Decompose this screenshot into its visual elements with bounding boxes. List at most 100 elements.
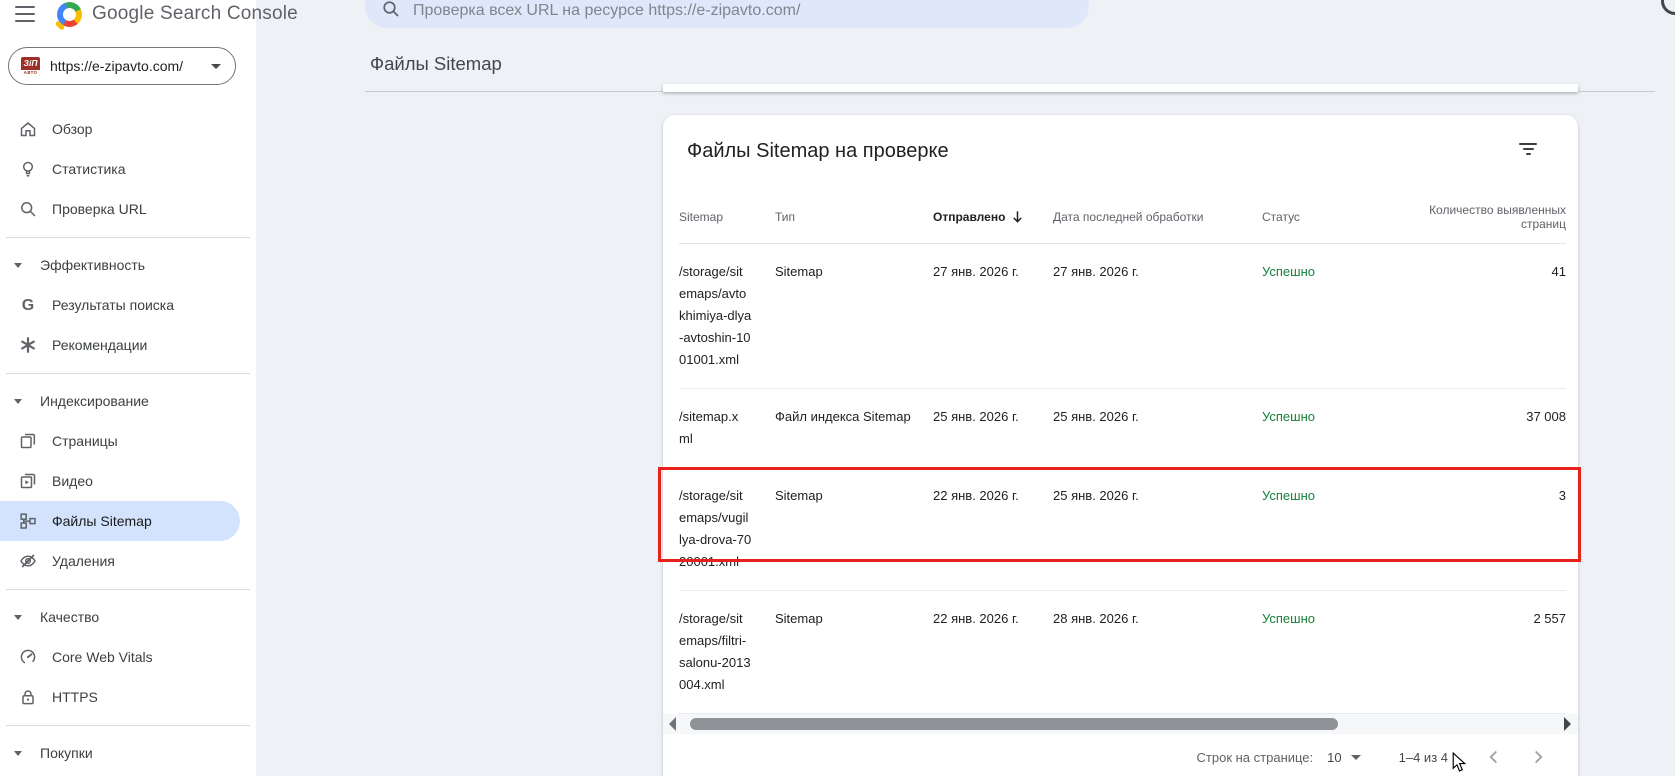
scrollbar-thumb[interactable] bbox=[690, 718, 1338, 730]
filter-icon[interactable] bbox=[1518, 139, 1538, 159]
sitemap-path-line: 004.xml bbox=[679, 674, 759, 696]
discovered-pages-cell: 37 008 bbox=[1381, 406, 1566, 450]
sidebar-section-experience[interactable]: Качество bbox=[0, 597, 256, 637]
sidebar-item-label: Удаления bbox=[52, 553, 115, 569]
submitted-date-cell: 27 янв. 2026 г. bbox=[933, 261, 1053, 371]
sitemap-path-cell[interactable]: /storage/sitemaps/vugillya-drova-7020001… bbox=[679, 485, 759, 573]
chevron-down-icon bbox=[14, 751, 22, 756]
pagination-range: 1–4 из 4 bbox=[1399, 750, 1448, 765]
column-header-type[interactable]: Тип bbox=[775, 210, 933, 224]
sidebar-section-label: Качество bbox=[40, 609, 99, 625]
previous-page-button[interactable] bbox=[1482, 745, 1506, 769]
sidebar-item-label: Обзор bbox=[52, 121, 92, 137]
sitemap-path-line: /storage/sit bbox=[679, 261, 759, 283]
sitemap-path-line: /storage/sit bbox=[679, 608, 759, 630]
avatar[interactable] bbox=[1661, 0, 1675, 15]
sidebar-item-removals[interactable]: Удаления bbox=[0, 541, 240, 581]
sitemap-path-cell[interactable]: /sitemap.xml bbox=[679, 406, 759, 450]
sitemap-path-line: /sitemap.x bbox=[679, 406, 759, 428]
app-logo: Google Search Console bbox=[57, 0, 298, 28]
sidebar-section-label: Покупки bbox=[40, 745, 93, 761]
g-letter-icon: G bbox=[18, 295, 38, 315]
sitemap-path-cell[interactable]: /storage/sitemaps/filtri-salonu-2013004.… bbox=[679, 608, 759, 696]
status-cell: Успешно bbox=[1262, 485, 1381, 573]
sidebar-section-label: Индексирование bbox=[40, 393, 149, 409]
search-icon bbox=[381, 0, 401, 19]
rows-per-page-select[interactable]: 10 bbox=[1327, 750, 1360, 765]
column-header-last-processed[interactable]: Дата последней обработки bbox=[1053, 210, 1262, 224]
column-header-sitemap[interactable]: Sitemap bbox=[679, 210, 775, 224]
submitted-date-cell: 22 янв. 2026 г. bbox=[933, 485, 1053, 573]
sitemap-path-line: khimiya-dlya bbox=[679, 305, 759, 327]
column-header-discovered-pages[interactable]: Количество выявленных страниц bbox=[1381, 203, 1566, 231]
sidebar-section-label: Эффективность bbox=[40, 257, 145, 273]
app-logo-text: Google Search Console bbox=[92, 3, 298, 25]
sidebar-item-search-results[interactable]: GРезультаты поиска bbox=[0, 285, 240, 325]
discovered-pages-cell: 41 bbox=[1381, 261, 1566, 371]
column-header-submitted[interactable]: Отправлено bbox=[933, 209, 1053, 224]
sitemaps-card: Файлы Sitemap на проверке Sitemap Тип От… bbox=[663, 115, 1578, 776]
sidebar-item-label: Проверка URL bbox=[52, 201, 147, 217]
sitemap-icon bbox=[18, 511, 38, 531]
sidebar-item-label: Видео bbox=[52, 473, 93, 489]
sidebar-item-url-inspection[interactable]: Проверка URL bbox=[0, 189, 240, 229]
scroll-right-arrow-icon[interactable] bbox=[1562, 717, 1572, 731]
sitemap-path-line: emaps/avto bbox=[679, 283, 759, 305]
sidebar-item-statistics[interactable]: Статистика bbox=[0, 149, 240, 189]
sitemap-path-line: /storage/sit bbox=[679, 485, 759, 507]
url-inspection-search[interactable]: Проверка всех URL на ресурсе https://e-z… bbox=[365, 0, 1089, 28]
table-row: /storage/sitemaps/filtri-salonu-2013004.… bbox=[679, 591, 1566, 714]
sidebar-section-shopping[interactable]: Покупки bbox=[0, 733, 256, 773]
sidebar-item-https[interactable]: HTTPS bbox=[0, 677, 240, 717]
horizontal-scrollbar[interactable] bbox=[663, 714, 1578, 734]
sidebar-item-overview[interactable]: Обзор bbox=[0, 109, 240, 149]
property-url: https://e-zipavto.com/ bbox=[50, 58, 183, 74]
sidebar-item-recommendations[interactable]: Рекомендации bbox=[0, 325, 240, 365]
svg-text:G: G bbox=[22, 297, 34, 314]
sitemap-type-cell: Sitemap bbox=[775, 608, 933, 696]
pages-icon bbox=[18, 431, 38, 451]
property-selector[interactable]: ЗіП АВТО https://e-zipavto.com/ bbox=[8, 47, 236, 85]
table-row: /storage/sitemaps/avtokhimiya-dlya-avtos… bbox=[679, 244, 1566, 389]
sidebar-item-video[interactable]: Видео bbox=[0, 461, 240, 501]
sidebar-divider bbox=[0, 581, 256, 597]
sidebar-divider bbox=[0, 365, 256, 381]
sitemap-path-line: -avtoshin-10 bbox=[679, 327, 759, 349]
sidebar-divider bbox=[0, 229, 256, 245]
pagination-bar: Строк на странице: 10 1–4 из 4 bbox=[663, 734, 1578, 776]
sidebar-item-label: Статистика bbox=[52, 161, 126, 177]
sitemap-path-line: 20001.xml bbox=[679, 551, 759, 573]
video-icon bbox=[18, 471, 38, 491]
sidebar-item-label: Страницы bbox=[52, 433, 118, 449]
sitemap-path-cell[interactable]: /storage/sitemaps/avtokhimiya-dlya-avtos… bbox=[679, 261, 759, 371]
rows-per-page-label: Строк на странице: bbox=[1197, 750, 1314, 765]
sidebar-item-pages[interactable]: Страницы bbox=[0, 421, 240, 461]
card-title: Файлы Sitemap на проверке bbox=[687, 137, 949, 165]
menu-icon[interactable] bbox=[15, 6, 35, 22]
column-header-status[interactable]: Статус bbox=[1262, 210, 1381, 224]
gsc-screen: Проверка всех URL на ресурсе https://e-z… bbox=[0, 0, 1675, 776]
sidebar-item-sitemaps[interactable]: Файлы Sitemap bbox=[0, 501, 240, 541]
table-header-row: Sitemap Тип Отправлено Дата последней об… bbox=[679, 190, 1566, 244]
scroll-left-arrow-icon[interactable] bbox=[668, 717, 678, 731]
table-body: /storage/sitemaps/avtokhimiya-dlya-avtos… bbox=[663, 244, 1578, 714]
chevron-down-icon bbox=[14, 615, 22, 620]
sidebar-divider bbox=[0, 717, 256, 733]
sitemap-type-cell: Sitemap bbox=[775, 485, 933, 573]
sidebar-section-indexing[interactable]: Индексирование bbox=[0, 381, 256, 421]
sidebar-item-label: HTTPS bbox=[52, 689, 98, 705]
sitemap-path-line: ml bbox=[679, 428, 759, 450]
search-placeholder: Проверка всех URL на ресурсе https://e-z… bbox=[413, 0, 800, 20]
discovered-pages-cell: 3 bbox=[1381, 485, 1566, 573]
sidebar-section-performance[interactable]: Эффективность bbox=[0, 245, 256, 285]
card-header: Файлы Sitemap на проверке bbox=[663, 115, 1578, 165]
submitted-date-cell: 22 янв. 2026 г. bbox=[933, 608, 1053, 696]
chevron-down-icon bbox=[14, 399, 22, 404]
sitemap-path-line: salonu-2013 bbox=[679, 652, 759, 674]
sitemap-type-cell: Файл индекса Sitemap bbox=[775, 406, 933, 450]
next-page-button[interactable] bbox=[1526, 745, 1550, 769]
sort-desc-icon bbox=[1010, 209, 1025, 224]
page-title: Файлы Sitemap bbox=[370, 53, 502, 75]
sidebar-item-label: Core Web Vitals bbox=[52, 649, 153, 665]
sidebar-item-core-web-vitals[interactable]: Core Web Vitals bbox=[0, 637, 240, 677]
